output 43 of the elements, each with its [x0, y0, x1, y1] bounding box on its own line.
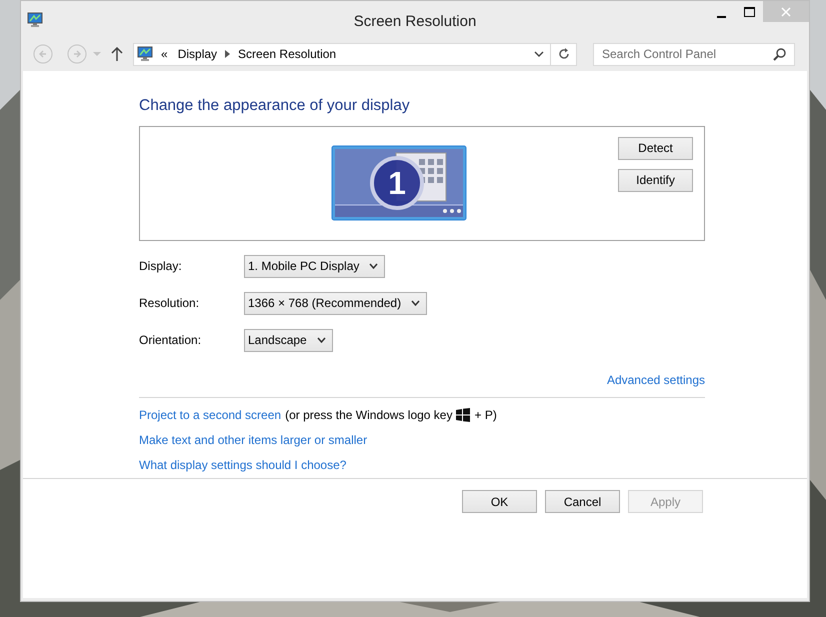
help-link[interactable]: Make text and other items larger or smaller	[139, 430, 368, 449]
field-label: Orientation:	[139, 332, 202, 350]
hint-text: + P)	[474, 406, 497, 424]
app-icon	[27, 12, 43, 28]
caret-icon	[411, 300, 420, 306]
breadcrumb[interactable]: Screen Resolution	[236, 45, 338, 63]
caret-icon	[93, 52, 101, 56]
up-arrow-icon	[111, 47, 123, 61]
address-bar[interactable]: « Display Screen Resolution	[133, 42, 577, 66]
page-heading: Change the appearance of your display	[139, 97, 411, 116]
caret-icon	[369, 263, 378, 270]
caret-icon	[316, 337, 326, 344]
field-label: Resolution:	[139, 295, 200, 312]
dropdown-field[interactable]: 1366 × 768 (Recommended)	[244, 292, 428, 315]
minimize-icon	[716, 16, 726, 18]
history-button[interactable]	[534, 51, 544, 57]
windows-logo-icon	[456, 408, 470, 422]
dropdown-field[interactable]: Landscape	[244, 328, 333, 352]
chevron-icon	[225, 50, 230, 58]
up-button[interactable]	[111, 47, 123, 61]
chevron-down-icon	[534, 51, 544, 57]
advanced-settings-link[interactable]: Advanced settings	[606, 370, 705, 389]
monitor-icon	[137, 46, 153, 62]
dialog-button[interactable]: Cancel	[545, 490, 620, 513]
breadcrumb[interactable]: Display	[176, 45, 220, 63]
field-label: Display:	[139, 258, 183, 276]
forward-icon	[67, 44, 87, 64]
maximize-icon	[744, 6, 754, 16]
action-button[interactable]: Identify	[618, 168, 693, 192]
refresh-icon	[558, 48, 570, 60]
dropdown-field[interactable]: 1. Mobile PC Display	[244, 254, 386, 278]
hint-text: (or press the Windows logo key	[285, 406, 452, 424]
overflow-button[interactable]: «	[159, 45, 170, 63]
close-icon	[781, 6, 791, 16]
action-button[interactable]: Detect	[618, 136, 693, 160]
help-link[interactable]: Project to a second screen	[139, 406, 282, 424]
dialog-button[interactable]: OK	[462, 490, 537, 513]
search-box[interactable]: Search Control Panel	[593, 42, 795, 66]
help-link[interactable]: What display settings should I choose?	[139, 456, 346, 474]
window-title: Screen Resolution	[354, 12, 476, 32]
search-icon	[773, 48, 786, 60]
monitor-drawing: 1	[331, 144, 467, 221]
back-icon	[33, 44, 53, 64]
